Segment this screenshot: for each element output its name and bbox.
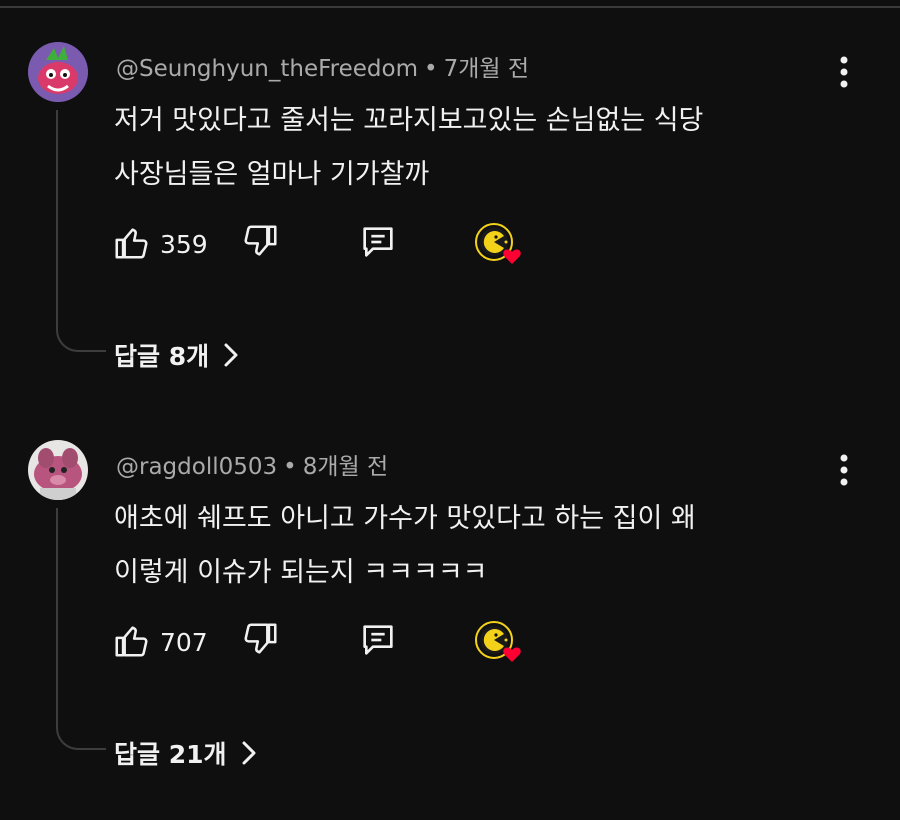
chevron-right-icon: [242, 741, 255, 765]
comment-icon: [363, 227, 393, 257]
author-name[interactable]: @ragdoll0503: [116, 454, 277, 480]
comment-line: 사장님들은 얼마나 기가찰까: [114, 159, 430, 190]
like-count: 359: [160, 230, 208, 259]
like-button[interactable]: 359: [112, 222, 212, 266]
avatar[interactable]: [28, 440, 88, 500]
thread-line: [56, 110, 106, 352]
like-count: 707: [160, 628, 208, 657]
comment-actions: 707: [112, 620, 552, 664]
author-name[interactable]: @Seunghyun_theFreedom: [116, 56, 418, 82]
more-options-button[interactable]: [832, 450, 856, 490]
comment-actions: 359: [112, 222, 552, 266]
comment-text: 애초에 쉐프도 아니고 가수가 맛있다고 하는 집이 왜 이렇게 이슈가 되는지…: [114, 492, 814, 600]
replies-label: 답글 8개: [114, 342, 210, 371]
comment-line: 애초에 쉐프도 아니고 가수가 맛있다고 하는 집이 왜: [114, 503, 696, 534]
cartoon-character-avatar-icon: [28, 42, 88, 102]
like-button[interactable]: 707: [112, 620, 212, 664]
chevron-right-icon: [224, 343, 238, 367]
replies-label: 답글 21개: [114, 740, 227, 769]
thumbs-down-icon: [244, 225, 277, 256]
creator-heart-badge: [472, 222, 528, 268]
comment-header: @ragdoll0503 • 8개월 전: [116, 447, 388, 481]
comment-line: 저거 맛있다고 줄서는 꼬라지보고있는 손님없는 식당: [114, 105, 704, 136]
separator: •: [283, 454, 297, 480]
top-divider: [0, 0, 900, 8]
timestamp[interactable]: 7개월 전: [444, 56, 529, 82]
more-options-button[interactable]: [832, 52, 856, 92]
creator-heart-icon: [475, 621, 521, 662]
timestamp[interactable]: 8개월 전: [303, 454, 388, 480]
dislike-button[interactable]: [242, 222, 286, 266]
view-replies-button[interactable]: 답글 8개: [114, 337, 239, 373]
comment-line: 이렇게 이슈가 되는지 ㅋㅋㅋㅋㅋ: [114, 557, 488, 588]
avatar[interactable]: [28, 42, 88, 102]
creator-heart-icon: [475, 223, 521, 264]
thumbs-up-icon: [115, 626, 148, 657]
comment-icon: [363, 625, 393, 655]
thumbs-up-icon: [115, 228, 148, 259]
pink-plush-avatar-icon: [28, 440, 88, 500]
thread-line: [56, 508, 106, 750]
creator-heart-badge: [472, 620, 528, 666]
dislike-button[interactable]: [242, 620, 286, 664]
thumbs-down-icon: [244, 623, 277, 654]
view-replies-button[interactable]: 답글 21개: [114, 735, 257, 771]
more-vertical-icon: [840, 454, 848, 486]
comment-text: 저거 맛있다고 줄서는 꼬라지보고있는 손님없는 식당 사장님들은 얼마나 기가…: [114, 94, 814, 202]
comment-thread: @ragdoll0503 • 8개월 전 애초에 쉐프도 아니고 가수가 맛있다고 …: [0, 430, 900, 820]
reply-button[interactable]: [358, 620, 402, 664]
comment-thread: @Seunghyun_theFreedom • 7개월 전 저거 맛있다고 줄서는 …: [0, 32, 900, 422]
separator: •: [423, 56, 438, 82]
comment-header: @Seunghyun_theFreedom • 7개월 전: [116, 49, 529, 83]
more-vertical-icon: [840, 56, 848, 88]
reply-button[interactable]: [358, 222, 402, 266]
